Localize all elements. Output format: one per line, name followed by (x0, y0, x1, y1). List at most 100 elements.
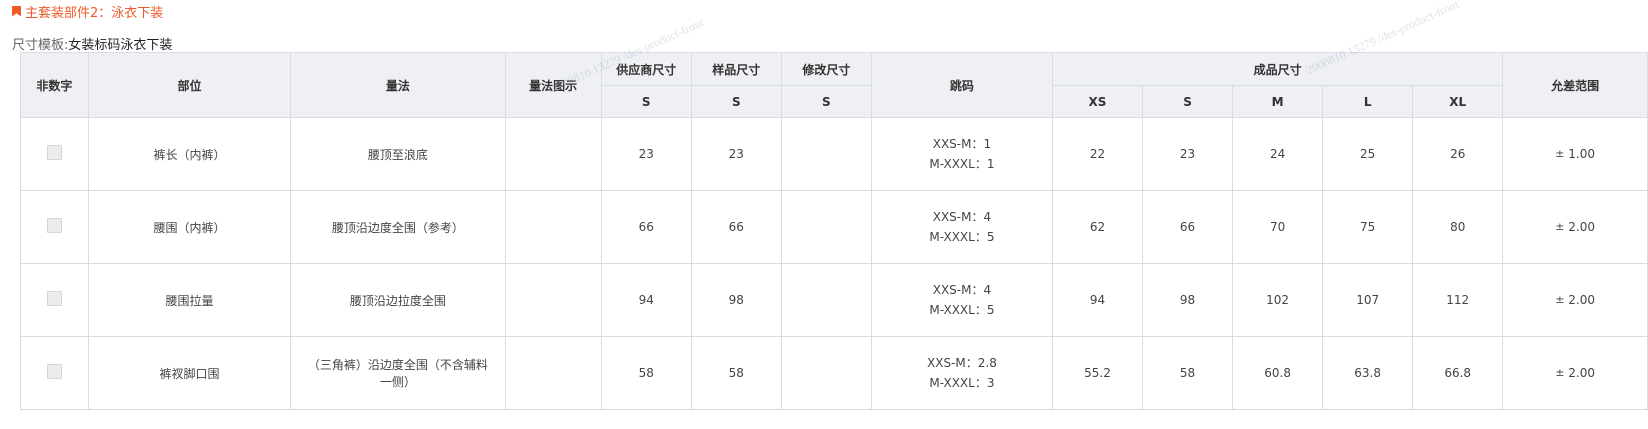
jump-code-cell: XXS-M：4 M-XXXL：5 (870, 190, 1053, 264)
finished-l-cell: 75 (1322, 190, 1414, 264)
subheader-finished-l: L (1322, 85, 1414, 118)
finished-m-cell: 70 (1232, 190, 1324, 264)
method-cell: 腰顶沿边度全围（参考） (290, 190, 506, 264)
header-row-1: 非数字 部位 量法 量法图示 供应商尺寸 样品尺寸 修改尺寸 跳码 成品尺寸 允… (20, 52, 1648, 118)
header-method-image: 量法图示 (504, 52, 602, 118)
finished-xl-cell: 112 (1412, 263, 1504, 337)
supplier-size-cell: 94 (600, 263, 692, 337)
size-template-label: 尺寸模板: (12, 38, 69, 53)
plus-minus-sign: ± (1555, 220, 1565, 233)
jump-code-cell: XXS-M：4 M-XXXL：5 (870, 263, 1053, 337)
finished-xl-cell: 66.8 (1412, 336, 1504, 410)
supplier-size-cell: 58 (600, 336, 692, 410)
part-cell: 腰围（内裤） (87, 190, 292, 264)
header-non-numeric: 非数字 (20, 52, 89, 118)
tolerance-value: 2.00 (1568, 293, 1595, 307)
finished-xs-cell: 22 (1051, 117, 1144, 191)
non-numeric-checkbox[interactable] (46, 291, 62, 306)
non-numeric-checkbox[interactable] (46, 145, 62, 160)
modified-size-cell (780, 190, 872, 264)
method-cell: 腰顶沿边拉度全围 (290, 263, 506, 337)
finished-l-cell: 107 (1322, 263, 1414, 337)
finished-xs-cell: 94 (1051, 263, 1144, 337)
subheader-modified-s: S (780, 85, 872, 118)
supplier-size-cell: 66 (600, 190, 692, 264)
sample-size-cell: 23 (690, 117, 782, 191)
jump-code-line: XXS-M：2.8 (927, 356, 997, 370)
plus-minus-sign: ± (1555, 293, 1565, 306)
tolerance-cell: ± 2.00 (1502, 336, 1648, 410)
modified-size-cell (780, 117, 872, 191)
tolerance-cell: ± 2.00 (1502, 263, 1648, 337)
finished-xl-cell: 80 (1412, 190, 1504, 264)
non-numeric-checkbox[interactable] (46, 364, 62, 379)
method-image-cell (504, 117, 602, 191)
non-numeric-cell (20, 190, 89, 264)
non-numeric-checkbox[interactable] (46, 218, 62, 233)
subheader-sample-s: S (690, 85, 782, 118)
plus-minus-sign: ± (1555, 147, 1565, 160)
table-row: 腰围拉量 腰顶沿边拉度全围 94 98 XXS-M：4 M-XXXL：5 94 … (20, 263, 1648, 337)
tolerance-cell: ± 2.00 (1502, 190, 1648, 264)
subheader-supplier-s: S (600, 85, 692, 118)
tolerance-cell: ± 1.00 (1502, 117, 1648, 191)
jump-code-line: XXS-M：1 (932, 137, 992, 151)
jump-code-line: M-XXXL：5 (929, 303, 995, 317)
sample-size-cell: 98 (690, 263, 782, 337)
part-cell: 裤长（内裤） (87, 117, 292, 191)
method-image-cell (504, 263, 602, 337)
non-numeric-cell (20, 263, 89, 337)
size-template-value: 女装标码泳衣下装 (68, 38, 173, 53)
method-image-cell (504, 190, 602, 264)
finished-xs-cell: 55.2 (1051, 336, 1144, 410)
plus-minus-sign: ± (1555, 366, 1565, 379)
header-modified-size: 修改尺寸 (780, 52, 872, 86)
modified-size-cell (780, 263, 872, 337)
tolerance-value: 1.00 (1568, 147, 1595, 161)
header-tolerance: 允差范围 (1502, 52, 1648, 118)
finished-m-cell: 60.8 (1232, 336, 1324, 410)
jump-code-cell: XXS-M：2.8 M-XXXL：3 (870, 336, 1053, 410)
jump-code-line: XXS-M：4 (932, 210, 992, 224)
subheader-finished-m: M (1232, 85, 1324, 118)
bookmark-icon (12, 5, 21, 17)
non-numeric-cell (20, 117, 89, 191)
header-finished-size: 成品尺寸 (1051, 52, 1504, 86)
header-method: 量法 (290, 52, 506, 118)
finished-l-cell: 63.8 (1322, 336, 1414, 410)
modified-size-cell (780, 336, 872, 410)
method-image-cell (504, 336, 602, 410)
header-supplier-size: 供应商尺寸 (600, 52, 692, 86)
table-row: 裤衩脚口围 （三角裤）沿边度全围（不含辅料一侧） 58 58 XXS-M：2.8… (20, 336, 1648, 410)
subheader-finished-xl: XL (1412, 85, 1504, 118)
section-title: 主套装部件2：泳衣下装 (12, 2, 164, 21)
finished-s-cell: 23 (1142, 117, 1234, 191)
jump-code-line: M-XXXL：5 (929, 230, 995, 244)
supplier-size-cell: 23 (600, 117, 692, 191)
finished-m-cell: 24 (1232, 117, 1324, 191)
non-numeric-cell (20, 336, 89, 410)
finished-s-cell: 98 (1142, 263, 1234, 337)
finished-m-cell: 102 (1232, 263, 1324, 337)
table-row: 腰围（内裤） 腰顶沿边度全围（参考） 66 66 XXS-M：4 M-XXXL：… (20, 190, 1648, 264)
finished-xl-cell: 26 (1412, 117, 1504, 191)
part-cell: 腰围拉量 (87, 263, 292, 337)
header-jump-code: 跳码 (870, 52, 1053, 118)
header-sample-size: 样品尺寸 (690, 52, 782, 86)
part-cell: 裤衩脚口围 (87, 336, 292, 410)
jump-code-cell: XXS-M：1 M-XXXL：1 (870, 117, 1053, 191)
size-template: 尺寸模板:女装标码泳衣下装 (12, 34, 173, 53)
method-cell: 腰顶至浪底 (290, 117, 506, 191)
method-cell: （三角裤）沿边度全围（不含辅料一侧） (290, 336, 506, 410)
section-title-text: 主套装部件2：泳衣下装 (25, 5, 164, 21)
finished-s-cell: 66 (1142, 190, 1234, 264)
finished-s-cell: 58 (1142, 336, 1234, 410)
finished-xs-cell: 62 (1051, 190, 1144, 264)
sample-size-cell: 58 (690, 336, 782, 410)
subheader-finished-s: S (1142, 85, 1234, 118)
tolerance-value: 2.00 (1568, 366, 1595, 380)
header-part: 部位 (87, 52, 292, 118)
table-row: 裤长（内裤） 腰顶至浪底 23 23 XXS-M：1 M-XXXL：1 22 2… (20, 117, 1648, 191)
sample-size-cell: 66 (690, 190, 782, 264)
jump-code-line: M-XXXL：1 (929, 157, 995, 171)
